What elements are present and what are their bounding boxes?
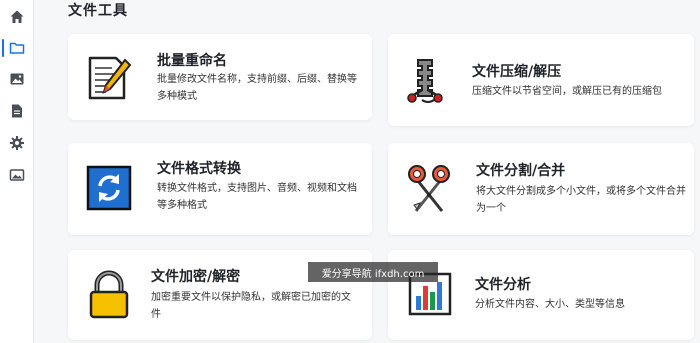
- archive-zipper-icon: [407, 59, 443, 103]
- sidebar-item-gallery[interactable]: [0, 162, 34, 188]
- sidebar-item-files[interactable]: [0, 35, 34, 61]
- notepad-pencil-icon: [88, 56, 132, 100]
- convert-arrows-icon: [86, 165, 132, 211]
- card-title: 文件分析: [475, 277, 531, 293]
- document-icon: [12, 104, 22, 118]
- card-split-merge[interactable]: 文件分割/合并 将大文件分割成多个小文件，或将多个文件合并为一个: [388, 143, 694, 235]
- card-title: 文件加密/解密: [151, 269, 241, 285]
- card-title: 批量重命名: [157, 53, 227, 69]
- sidebar-item-documents[interactable]: [0, 98, 34, 124]
- padlock-icon: [89, 270, 129, 319]
- sidebar-item-images[interactable]: [0, 66, 34, 92]
- card-title: 文件格式转换: [157, 161, 241, 177]
- scissors-icon: [408, 165, 450, 212]
- sidebar: [0, 0, 34, 343]
- card-description: 转换文件格式，支持图片、音频、视频和文档等多种格式: [157, 183, 357, 211]
- gear-icon: [10, 136, 24, 150]
- card-description: 压缩文件以节省空间，或解压已有的压缩包: [472, 86, 662, 97]
- picture-icon: [9, 169, 25, 181]
- image-icon: [10, 73, 24, 85]
- sidebar-item-settings[interactable]: [0, 130, 34, 156]
- card-description: 分析文件内容、大小、类型等信息: [475, 299, 625, 310]
- folder-icon: [9, 42, 25, 54]
- card-title: 文件压缩/解压: [472, 64, 562, 80]
- sidebar-item-home[interactable]: [0, 4, 34, 30]
- card-format-convert[interactable]: 文件格式转换 转换文件格式，支持图片、音频、视频和文档等多种格式: [68, 143, 372, 235]
- card-compress[interactable]: 文件压缩/解压 压缩文件以节省空间，或解压已有的压缩包: [388, 34, 694, 126]
- card-description: 批量修改文件名称，支持前缀、后缀、替换等多种模式: [157, 74, 357, 102]
- page-title: 文件工具: [68, 3, 128, 19]
- card-description: 将大文件分割成多个小文件，或将多个文件合并为一个: [476, 186, 686, 214]
- card-batch-rename[interactable]: 批量重命名 批量修改文件名称，支持前缀、后缀、替换等多种模式: [68, 34, 372, 120]
- card-title: 文件分割/合并: [476, 163, 566, 179]
- card-description: 加密重要文件以保护隐私，或解密已加密的文件: [151, 292, 351, 320]
- watermark: 爱分享导航 ifxdh.com: [308, 262, 438, 282]
- home-icon: [10, 10, 24, 23]
